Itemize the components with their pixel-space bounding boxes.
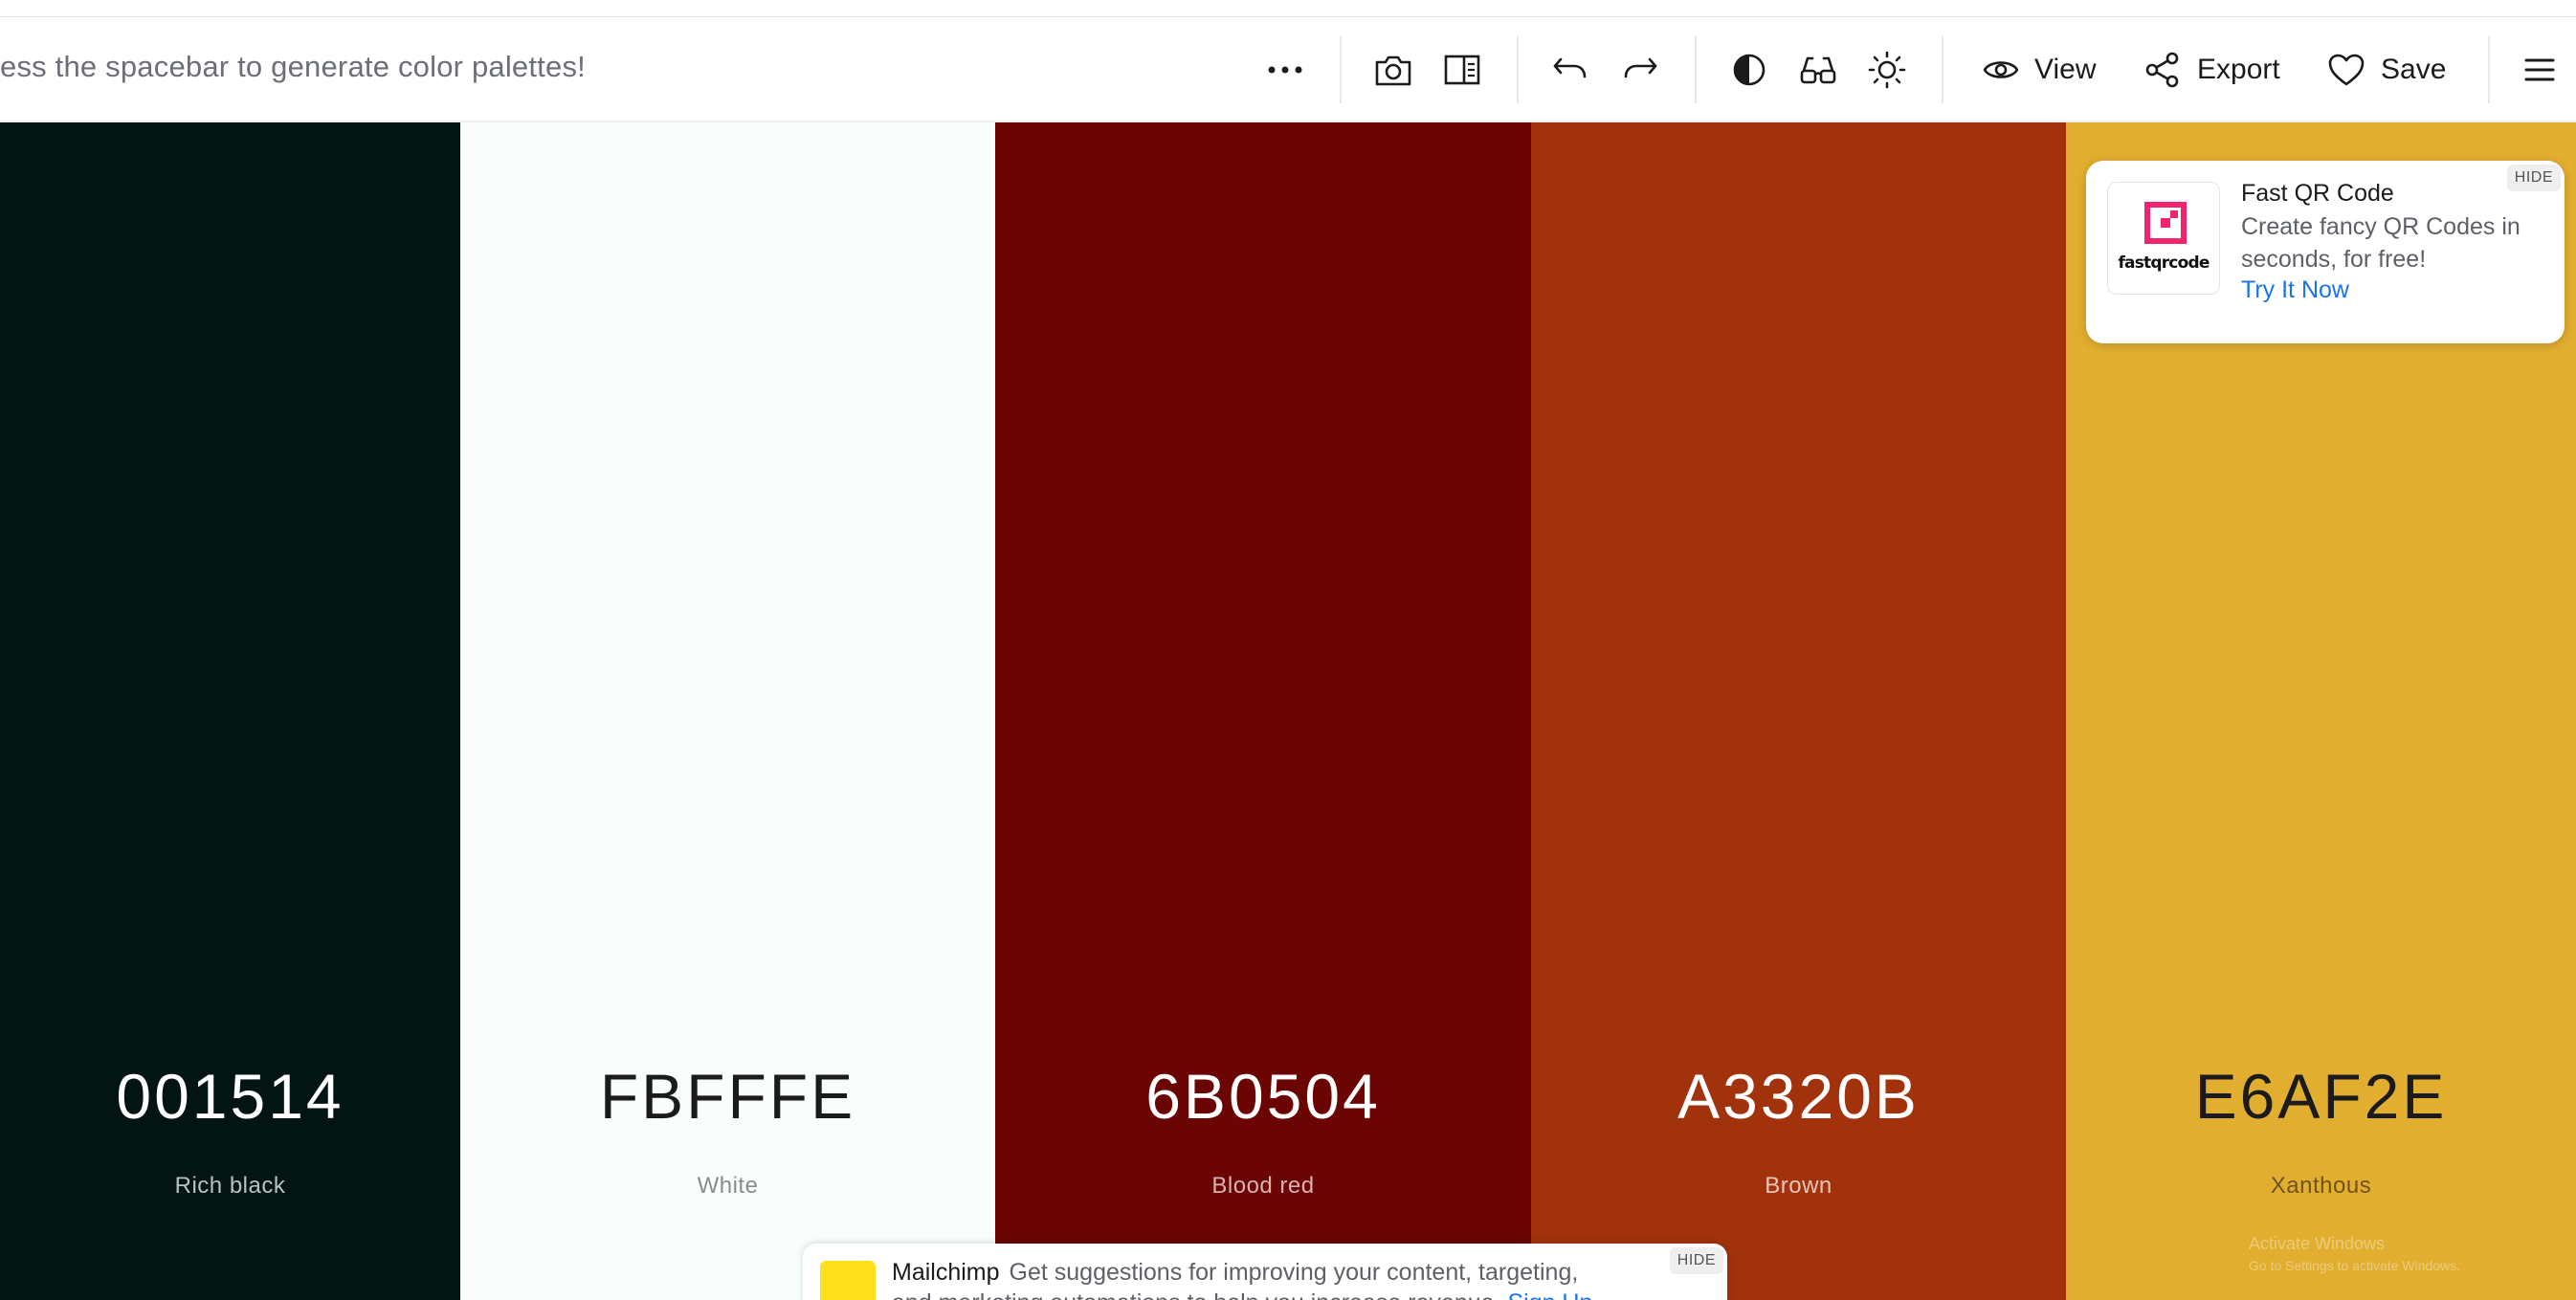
mailchimp-text: Get suggestions for improving your conte…	[1009, 1259, 1579, 1286]
fastqrcode-wordmark: fastqrcode	[2118, 253, 2210, 273]
toolbar-divider	[1340, 36, 1342, 103]
ad-title: Fast QR Code	[2241, 180, 2394, 207]
hide-ad-button[interactable]: HIDE	[2506, 165, 2561, 191]
more-options-button[interactable]	[1254, 38, 1317, 101]
color-swatch[interactable]: A3320B Brown	[1531, 122, 2066, 1300]
color-blindness-button[interactable]	[1787, 38, 1850, 101]
mailchimp-line-2: and marketing automations to help you in…	[892, 1289, 1592, 1300]
hex-code[interactable]: A3320B	[1531, 1060, 2066, 1133]
toolbar-divider	[1695, 36, 1697, 103]
fastqrcode-ad[interactable]: fastqrcode Fast QR Code Create fancy QR …	[2086, 161, 2565, 343]
hex-code[interactable]: FBFFFE	[460, 1060, 995, 1133]
hex-code[interactable]: 001514	[0, 1060, 460, 1133]
view-button[interactable]: View	[1983, 38, 2096, 101]
color-swatch[interactable]: FBFFFE White	[460, 122, 995, 1300]
mailchimp-text-2: and marketing automations to help you in…	[892, 1289, 1501, 1300]
save-button[interactable]: Save	[2327, 38, 2446, 101]
generate-hint: ess the spacebar to generate color palet…	[0, 50, 586, 83]
share-icon	[2145, 52, 2179, 88]
undo-icon	[1553, 57, 1587, 78]
hide-ad-button[interactable]: HIDE	[1669, 1247, 1723, 1274]
color-name[interactable]: Blood red	[995, 1173, 1531, 1200]
glasses-icon	[1800, 56, 1836, 84]
export-button[interactable]: Export	[2143, 38, 2280, 101]
export-label: Export	[2197, 54, 2280, 85]
redo-button[interactable]	[1609, 38, 1672, 101]
watermark-line-1: Activate Windows	[2249, 1234, 2386, 1253]
color-swatch[interactable]: 6B0504 Blood red	[995, 122, 1531, 1300]
more-horizontal-icon	[1268, 66, 1302, 74]
camera-button[interactable]	[1362, 38, 1425, 101]
watermark-line-2: Go to Settings to activate Windows.	[2249, 1258, 2460, 1273]
sun-icon	[1868, 51, 1906, 89]
mailchimp-brand: Mailchimp	[892, 1259, 1000, 1286]
fastqrcode-logo: fastqrcode	[2107, 182, 2220, 295]
mailchimp-ad[interactable]: Mailchimp Get suggestions for improving y…	[803, 1244, 1727, 1300]
color-name[interactable]: Rich black	[0, 1173, 460, 1200]
contrast-button[interactable]	[1718, 38, 1781, 101]
hex-code[interactable]: E6AF2E	[2066, 1060, 2576, 1133]
view-label: View	[2034, 54, 2097, 85]
undo-button[interactable]	[1539, 38, 1602, 101]
contrast-icon	[1733, 54, 1765, 86]
camera-icon	[1375, 55, 1411, 86]
toolbar-divider	[1517, 36, 1519, 103]
redo-icon	[1624, 57, 1657, 78]
hamburger-menu-icon	[2524, 58, 2555, 81]
side-panel-icon	[1444, 55, 1480, 85]
side-panel-button[interactable]	[1431, 38, 1494, 101]
heart-icon	[2328, 54, 2365, 86]
mailchimp-logo	[820, 1261, 876, 1300]
save-label: Save	[2381, 54, 2447, 85]
brightness-button[interactable]	[1855, 38, 1919, 101]
ad-cta-link[interactable]: Try It Now	[2241, 276, 2349, 304]
toolbar-divider	[2488, 36, 2490, 103]
menu-button[interactable]	[2511, 38, 2568, 101]
mailchimp-line-1: Mailchimp Get suggestions for improving y…	[892, 1259, 1578, 1287]
eye-icon	[1983, 61, 2019, 78]
color-name[interactable]: Brown	[1531, 1173, 2066, 1200]
color-name[interactable]: White	[460, 1173, 995, 1200]
activate-windows-watermark: Activate Windows Go to Settings to activ…	[2249, 1234, 2460, 1273]
qr-logo-icon	[2144, 202, 2187, 244]
color-swatch[interactable]: 001514 Rich black	[0, 122, 460, 1300]
color-name[interactable]: Xanthous	[2066, 1173, 2576, 1200]
toolbar-divider	[1942, 36, 1943, 103]
ad-description: Create fancy QR Codes in seconds, for fr…	[2241, 213, 2520, 273]
hex-code[interactable]: 6B0504	[995, 1060, 1531, 1133]
toolbar: ess the spacebar to generate color palet…	[0, 17, 2576, 122]
browser-top-edge	[0, 0, 2576, 17]
mailchimp-signup-link[interactable]: Sign Up	[1507, 1289, 1592, 1300]
